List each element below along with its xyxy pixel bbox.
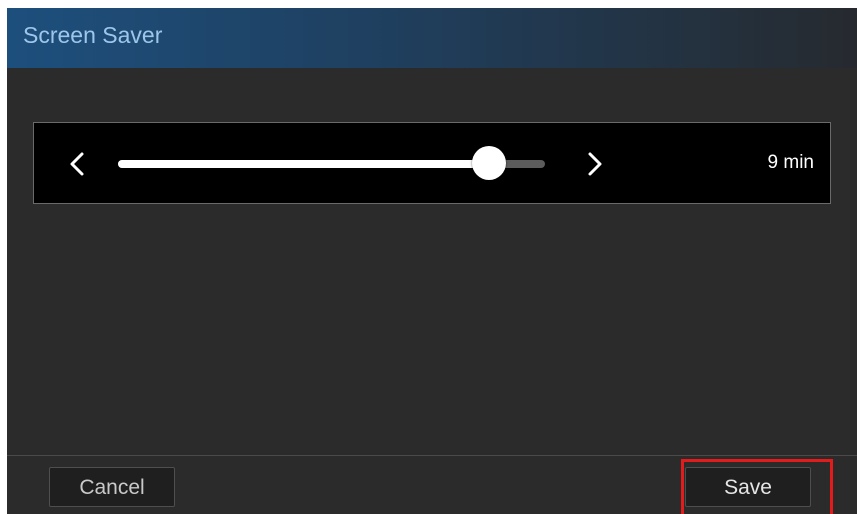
chevron-left-icon [70, 152, 84, 176]
increase-button[interactable] [580, 147, 610, 181]
footer-divider [7, 455, 857, 456]
slider-value: 9 min [767, 152, 814, 173]
slider-fill [118, 160, 489, 168]
slider-thumb[interactable] [472, 146, 506, 180]
decrease-button[interactable] [62, 147, 92, 181]
chevron-right-icon [588, 152, 602, 176]
title-bar: Screen Saver [7, 8, 857, 68]
cancel-button[interactable]: Cancel [49, 467, 175, 507]
save-button[interactable]: Save [685, 467, 811, 507]
dialog-title: Screen Saver [23, 22, 163, 48]
screen-saver-slider-panel: 9 min [33, 122, 831, 204]
screen-saver-dialog: Screen Saver 9 min Cancel Save [7, 8, 857, 514]
